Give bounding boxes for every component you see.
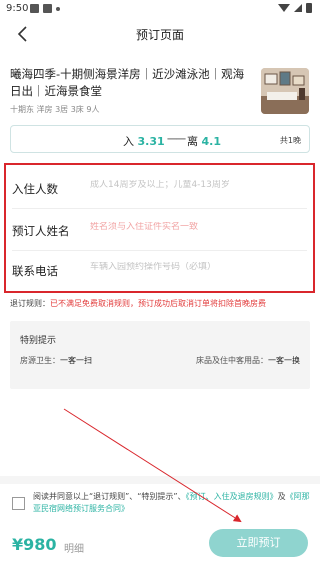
- notification-dot-icon: [56, 7, 60, 11]
- section-gap: [0, 476, 320, 484]
- guests-label: 入住人数: [12, 182, 58, 196]
- tips-hygiene-label: 房源卫生：: [20, 356, 60, 365]
- agreement-checkbox[interactable]: [12, 497, 25, 510]
- status-time: 9:50: [6, 3, 29, 14]
- tips-linen-label: 床品及住中客用品：: [196, 356, 268, 365]
- name-input[interactable]: [90, 222, 305, 232]
- checkout-label: 离: [187, 135, 198, 148]
- agreement-middle: 及: [277, 492, 286, 501]
- listing-meta: 十期东 洋房 3居 3床 9人: [10, 105, 100, 114]
- phone-label: 联系电话: [12, 264, 58, 278]
- notification-icons: [30, 4, 60, 13]
- agreement-prefix: 阅读并同意以上“退订规则”、“特别提示”、: [33, 492, 186, 501]
- tips-hygiene-value: 一客一扫: [60, 356, 92, 365]
- nights-count: 共1晚: [280, 135, 301, 146]
- total-price: ¥980: [12, 535, 57, 554]
- name-label: 预订人姓名: [12, 224, 70, 238]
- checkin-label: 入: [123, 135, 134, 148]
- rule-text: 已不满足免费取消规则，预订成功后取消订单将扣除首晚房费: [50, 299, 266, 308]
- tips-linen: 床品及住中客用品：一客一换: [196, 355, 300, 366]
- page-title: 预订页面: [135, 28, 184, 42]
- nav-bar: 预订页面: [0, 18, 320, 50]
- booking-rules-link[interactable]: 《预订、入住及退房规则》: [186, 492, 278, 501]
- nights-suffix: 晚: [293, 136, 301, 145]
- tips-title: 特别提示: [20, 336, 57, 346]
- agreement-text: 阅读并同意以上“退订规则”、“特别提示”、《预订、入住及退房规则》及《阿那亚民宿…: [33, 491, 311, 515]
- notification-image-icon: [30, 4, 39, 13]
- notification-app-icon: [43, 4, 52, 13]
- guest-info-form: 入住人数 预订人姓名 联系电话: [4, 163, 315, 293]
- wifi-icon: [278, 4, 290, 12]
- phone-row[interactable]: 联系电话: [6, 249, 313, 291]
- name-row[interactable]: 预订人姓名: [6, 209, 313, 251]
- status-bar: 9:50: [0, 0, 320, 18]
- rule-label: 退订规则：: [10, 299, 50, 308]
- checkin-date: 3.31: [137, 135, 165, 148]
- special-tips: 特别提示 房源卫生：一客一扫 床品及住中客用品：一客一换: [10, 321, 310, 389]
- book-now-button[interactable]: 立即预订: [209, 529, 308, 557]
- date-separator: 一一: [167, 135, 186, 146]
- checkout: 离 4.1: [187, 133, 221, 149]
- listing-thumbnail[interactable]: [261, 68, 309, 114]
- phone-input[interactable]: [90, 262, 305, 272]
- guests-row[interactable]: 入住人数: [6, 167, 313, 209]
- room-photo-icon: [261, 68, 309, 114]
- listing-title: 曦海四季-十期侧海景洋房｜近沙滩泳池｜观海日出｜近海景食堂: [10, 67, 245, 98]
- checkout-date: 4.1: [201, 135, 222, 148]
- price-detail-link[interactable]: 明细: [64, 540, 84, 555]
- cancellation-rule: 退订规则：已不满足免费取消规则，预订成功后取消订单将扣除首晚房费: [10, 298, 315, 309]
- bottom-bar: ¥980 明细 立即预订: [0, 524, 320, 568]
- date-selector[interactable]: 入 3.31 一一 离 4.1 共1晚: [10, 125, 310, 153]
- checkin: 入 3.31: [123, 133, 165, 149]
- listing-card[interactable]: 曦海四季-十期侧海景洋房｜近沙滩泳池｜观海日出｜近海景食堂 十期东 洋房 3居 …: [0, 58, 320, 120]
- status-indicators: [278, 3, 312, 13]
- battery-icon: [306, 3, 312, 13]
- tips-hygiene: 房源卫生：一客一扫: [20, 355, 92, 366]
- nights-prefix: 共: [279, 136, 288, 145]
- tips-linen-value: 一客一换: [268, 356, 300, 365]
- guests-input[interactable]: [90, 180, 305, 190]
- signal-icon: [294, 4, 302, 12]
